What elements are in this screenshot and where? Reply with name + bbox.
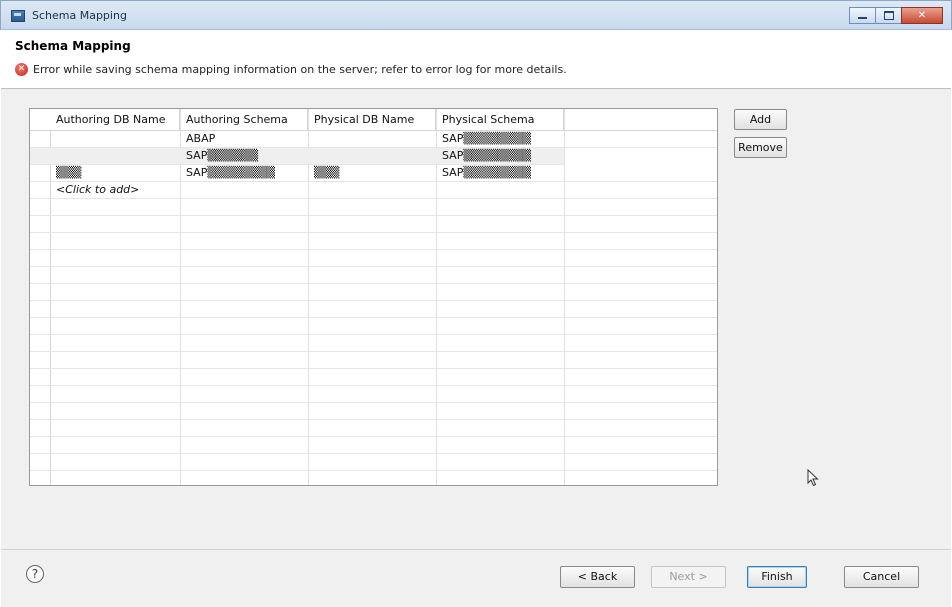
add-button[interactable]: Add bbox=[734, 109, 787, 130]
column-header-authoring-db[interactable]: Authoring DB Name bbox=[50, 109, 180, 130]
empty-table-row bbox=[30, 199, 717, 216]
click-to-add-cell[interactable]: <Click to add> bbox=[50, 182, 180, 199]
window-title: Schema Mapping bbox=[32, 9, 127, 22]
close-button[interactable]: ✕ bbox=[901, 7, 943, 24]
error-message: Error while saving schema mapping inform… bbox=[33, 63, 567, 76]
empty-table-row bbox=[30, 403, 717, 420]
empty-table-row bbox=[30, 233, 717, 250]
help-icon[interactable]: ? bbox=[26, 565, 44, 583]
back-button[interactable]: < Back bbox=[560, 566, 635, 588]
cell-authoring-db[interactable] bbox=[50, 131, 180, 148]
empty-table-row bbox=[30, 369, 717, 386]
empty-table-row bbox=[30, 386, 717, 403]
finish-button[interactable]: Finish bbox=[747, 566, 807, 588]
cell-physical-db[interactable]: ▒▒▒ bbox=[308, 165, 436, 182]
app-icon bbox=[11, 10, 25, 22]
cell-physical-schema[interactable]: SAP▒▒▒▒▒▒▒▒ bbox=[436, 131, 564, 148]
cell-physical-db[interactable] bbox=[308, 148, 436, 165]
cell-physical-db[interactable] bbox=[308, 131, 436, 148]
empty-table-row bbox=[30, 454, 717, 471]
page-title: Schema Mapping bbox=[15, 39, 131, 53]
cell-authoring-db[interactable]: ▒▒▒ bbox=[50, 165, 180, 182]
empty-table-row bbox=[30, 420, 717, 437]
maximize-icon bbox=[883, 11, 894, 20]
empty-table-row bbox=[30, 250, 717, 267]
error-icon: ✕ bbox=[15, 63, 28, 76]
cell-physical-schema[interactable]: SAP▒▒▒▒▒▒▒▒ bbox=[436, 165, 564, 182]
empty-table-row bbox=[30, 284, 717, 301]
schema-mapping-table[interactable]: Authoring DB Name Authoring Schema Physi… bbox=[29, 108, 718, 486]
empty-table-row bbox=[30, 352, 717, 369]
empty-table-row bbox=[30, 471, 717, 485]
column-header-authoring-schema[interactable]: Authoring Schema bbox=[180, 109, 308, 130]
table-row-add[interactable]: <Click to add> bbox=[30, 182, 717, 199]
column-header-physical-db[interactable]: Physical DB Name bbox=[308, 109, 436, 130]
cell-authoring-db[interactable] bbox=[50, 148, 180, 165]
minimize-button[interactable] bbox=[849, 7, 876, 24]
mouse-pointer-icon bbox=[807, 469, 819, 487]
table-row-selected[interactable]: SAP▒▒▒▒▒▒ SAP▒▒▒▒▒▒▒▒ bbox=[30, 148, 564, 165]
empty-table-row bbox=[30, 335, 717, 352]
empty-table-row bbox=[30, 437, 717, 454]
window-controls: ✕ bbox=[849, 7, 943, 26]
table-row[interactable]: ▒▒▒ SAP▒▒▒▒▒▒▒▒ ▒▒▒ SAP▒▒▒▒▒▒▒▒ bbox=[30, 165, 717, 182]
empty-table-row bbox=[30, 267, 717, 284]
table-header: Authoring DB Name Authoring Schema Physi… bbox=[30, 109, 717, 131]
wizard-footer: ? < Back Next > Finish Cancel bbox=[1, 549, 951, 607]
cancel-button[interactable]: Cancel bbox=[844, 566, 919, 588]
cell-physical-schema[interactable]: SAP▒▒▒▒▒▒▒▒ bbox=[436, 148, 564, 165]
empty-table-row bbox=[30, 301, 717, 318]
wizard-content: Authoring DB Name Authoring Schema Physi… bbox=[1, 89, 951, 549]
minimize-icon bbox=[858, 17, 867, 19]
wizard-header: Schema Mapping ✕ Error while saving sche… bbox=[1, 30, 951, 89]
window-title-bar: Schema Mapping ✕ bbox=[0, 0, 952, 30]
maximize-button[interactable] bbox=[875, 7, 902, 24]
cell-authoring-schema[interactable]: SAP▒▒▒▒▒▒▒▒ bbox=[180, 165, 308, 182]
close-icon: ✕ bbox=[917, 9, 927, 21]
table-row[interactable]: ABAP SAP▒▒▒▒▒▒▒▒ bbox=[30, 131, 717, 148]
next-button[interactable]: Next > bbox=[651, 566, 726, 588]
empty-table-row bbox=[30, 318, 717, 335]
remove-button[interactable]: Remove bbox=[734, 137, 787, 158]
column-header-physical-schema[interactable]: Physical Schema bbox=[436, 109, 564, 130]
cell-authoring-schema[interactable]: SAP▒▒▒▒▒▒ bbox=[180, 148, 308, 165]
empty-table-row bbox=[30, 216, 717, 233]
cell-authoring-schema[interactable]: ABAP bbox=[180, 131, 308, 148]
